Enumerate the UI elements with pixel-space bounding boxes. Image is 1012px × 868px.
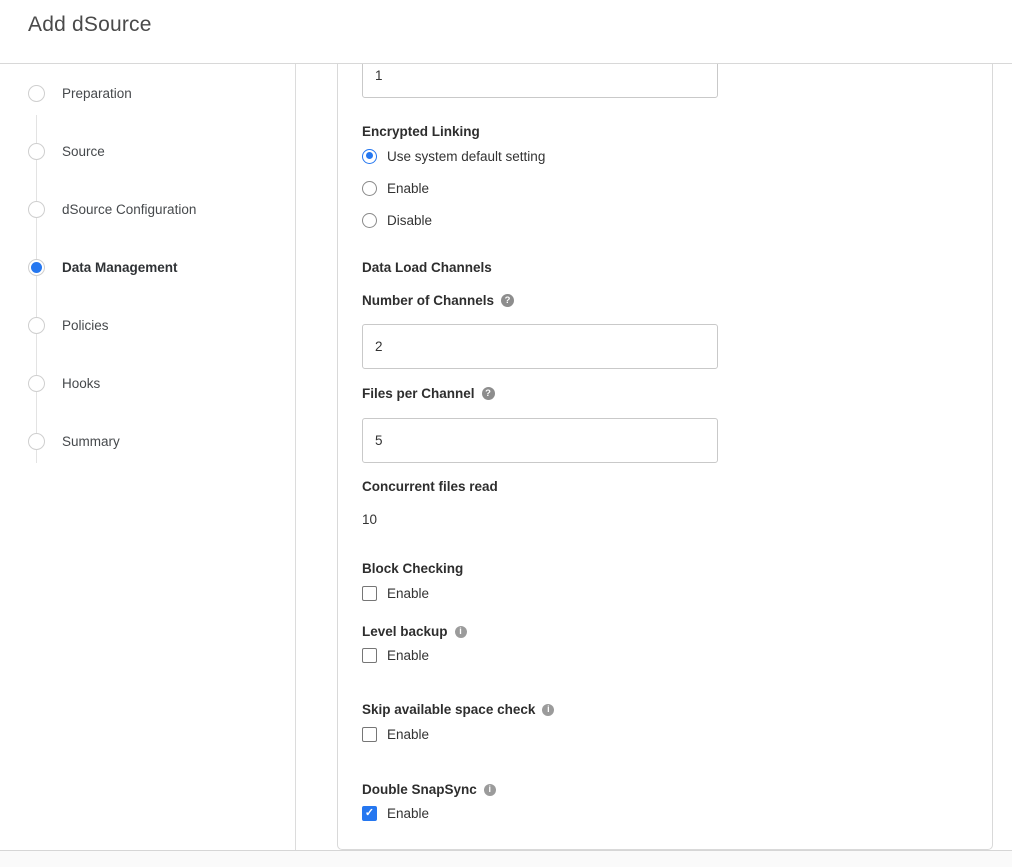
checkbox-label: Enable	[387, 806, 429, 821]
double-snapsync-label: Double SnapSync i	[362, 782, 968, 797]
concurrent-files-read-value: 10	[362, 512, 968, 527]
radio-row-enable[interactable]: Enable	[362, 180, 968, 196]
step-circle-icon	[28, 375, 45, 392]
radio-label: Use system default setting	[387, 149, 545, 164]
radio-label: Disable	[387, 213, 432, 228]
checkbox-label: Enable	[387, 727, 429, 742]
info-icon[interactable]: i	[484, 784, 496, 796]
label-text: Double SnapSync	[362, 782, 477, 797]
radio-label: Enable	[387, 181, 429, 196]
block-checking-label: Block Checking	[362, 561, 968, 576]
skip-available-space-check-label: Skip available space check i	[362, 702, 968, 717]
top-number-input[interactable]	[362, 64, 718, 98]
checkbox-checked-icon[interactable]: ✓	[362, 806, 377, 821]
radio-unselected-icon[interactable]	[362, 213, 377, 228]
label-text: Level backup	[362, 624, 448, 639]
step-label: Summary	[62, 434, 120, 449]
checkbox-unchecked-icon[interactable]: ✓	[362, 586, 377, 601]
wizard-stepper-sidebar: Preparation Source dSource Configuration…	[0, 64, 296, 850]
info-icon[interactable]: i	[542, 704, 554, 716]
page-bottom-strip	[0, 851, 1012, 867]
help-icon[interactable]: ?	[501, 294, 514, 307]
data-management-form-panel: Encrypted Linking Use system default set…	[337, 64, 993, 850]
step-label: Source	[62, 144, 105, 159]
sidebar-item-policies[interactable]: Policies	[0, 296, 295, 354]
radio-unselected-icon[interactable]	[362, 181, 377, 196]
step-circle-icon	[28, 317, 45, 334]
checkbox-unchecked-icon[interactable]: ✓	[362, 648, 377, 663]
step-circle-icon	[28, 201, 45, 218]
step-label: Hooks	[62, 376, 100, 391]
files-per-channel-label: Files per Channel ?	[362, 386, 968, 401]
checkbox-label: Enable	[387, 648, 429, 663]
help-icon[interactable]: ?	[482, 387, 495, 400]
sidebar-item-summary[interactable]: Summary	[0, 412, 295, 470]
sidebar-item-data-management[interactable]: Data Management	[0, 238, 295, 296]
label-text: Number of Channels	[362, 293, 494, 308]
label-text: Skip available space check	[362, 702, 535, 717]
radio-row-disable[interactable]: Disable	[362, 212, 968, 228]
checkbox-label: Enable	[387, 586, 429, 601]
encrypted-linking-label: Encrypted Linking	[362, 124, 968, 139]
step-circle-icon	[28, 143, 45, 160]
files-per-channel-input[interactable]	[362, 418, 718, 463]
sidebar-item-hooks[interactable]: Hooks	[0, 354, 295, 412]
page-title: Add dSource	[28, 13, 1012, 37]
label-text: Files per Channel	[362, 386, 475, 401]
step-circle-icon	[28, 85, 45, 102]
step-label: Policies	[62, 318, 109, 333]
double-snapsync-enable-row[interactable]: ✓ Enable	[362, 805, 968, 821]
sidebar-item-dsource-configuration[interactable]: dSource Configuration	[0, 180, 295, 238]
step-label: Data Management	[62, 260, 178, 275]
wizard-body: Preparation Source dSource Configuration…	[0, 64, 1012, 851]
number-of-channels-input[interactable]	[362, 324, 718, 369]
radio-row-use-system-default[interactable]: Use system default setting	[362, 148, 968, 164]
wizard-header: Add dSource	[0, 0, 1012, 64]
step-circle-active-icon	[28, 259, 45, 276]
sidebar-item-preparation[interactable]: Preparation	[0, 64, 295, 122]
number-of-channels-label: Number of Channels ?	[362, 293, 968, 308]
step-circle-icon	[28, 433, 45, 450]
skip-available-space-check-enable-row[interactable]: ✓ Enable	[362, 726, 968, 742]
level-backup-label: Level backup i	[362, 624, 968, 639]
info-icon[interactable]: i	[455, 626, 467, 638]
data-load-channels-heading: Data Load Channels	[362, 260, 968, 275]
radio-selected-icon[interactable]	[362, 149, 377, 164]
level-backup-enable-row[interactable]: ✓ Enable	[362, 647, 968, 663]
step-label: dSource Configuration	[62, 202, 196, 217]
checkbox-unchecked-icon[interactable]: ✓	[362, 727, 377, 742]
step-label: Preparation	[62, 86, 132, 101]
concurrent-files-read-label: Concurrent files read	[362, 479, 968, 494]
sidebar-item-source[interactable]: Source	[0, 122, 295, 180]
checkmark-icon: ✓	[365, 808, 374, 819]
block-checking-enable-row[interactable]: ✓ Enable	[362, 585, 968, 601]
